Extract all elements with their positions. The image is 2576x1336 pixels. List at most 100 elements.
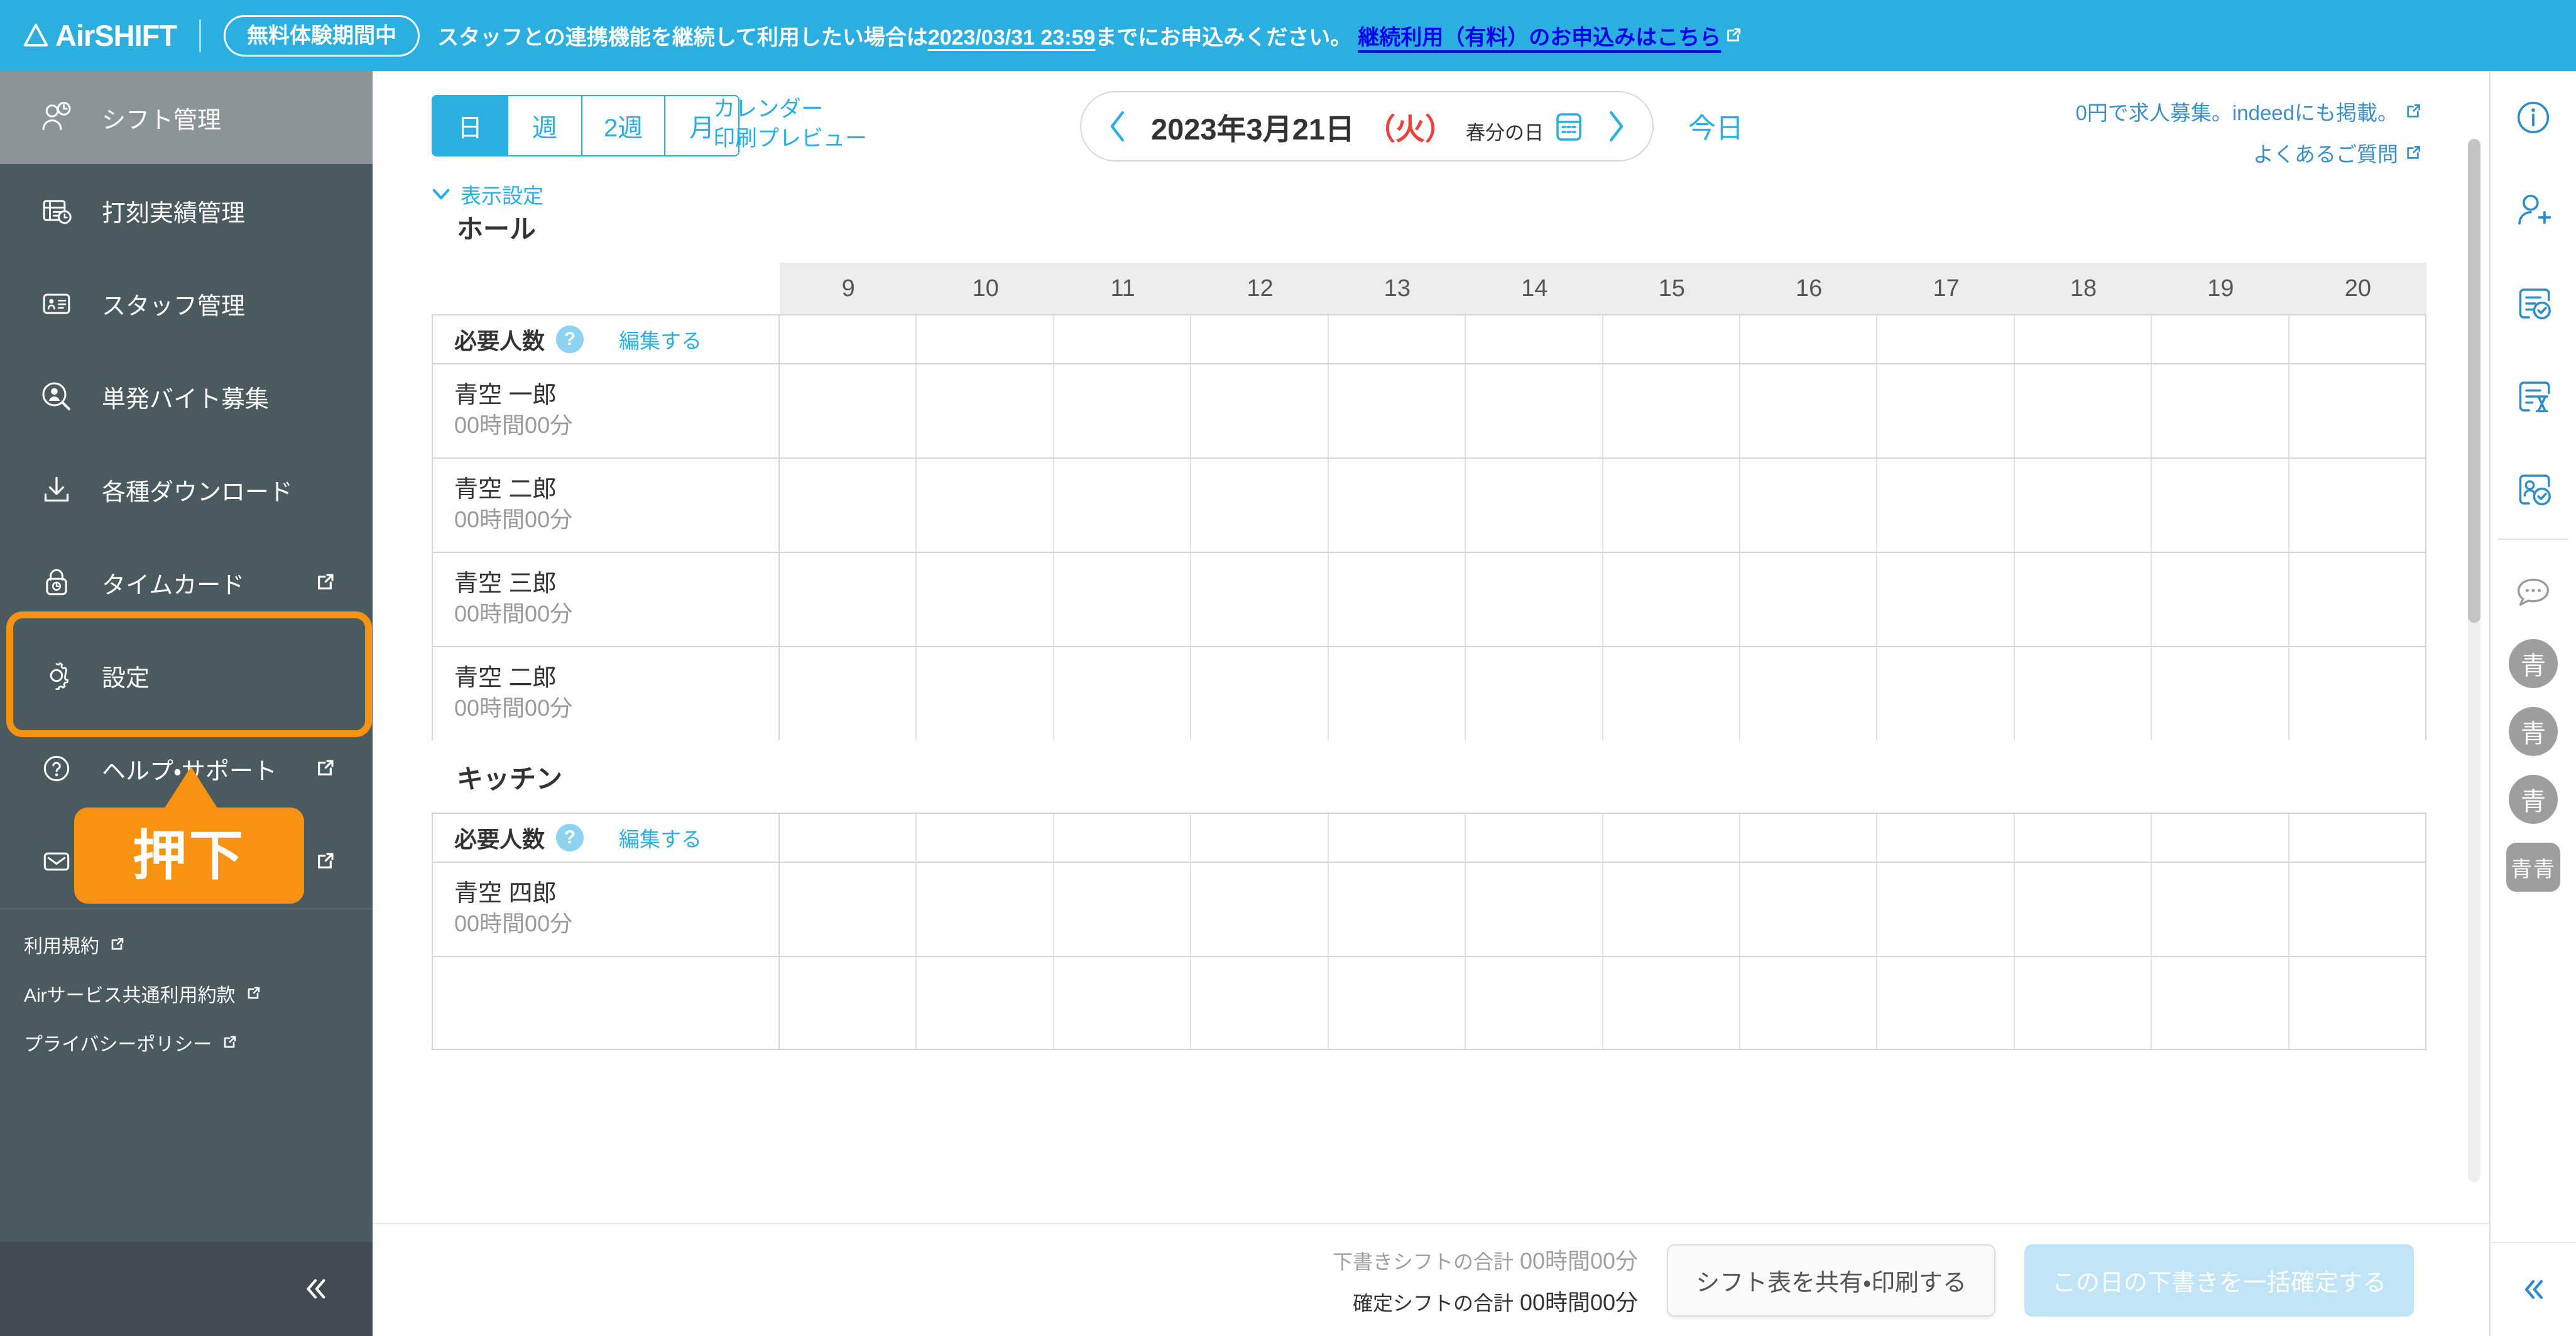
time-slot[interactable] <box>1054 315 1192 363</box>
time-slot[interactable] <box>1740 315 1878 363</box>
sidebar-item-shift-management[interactable]: シフト管理 <box>0 71 373 164</box>
time-slot[interactable] <box>1054 863 1192 956</box>
sidebar-collapse-button[interactable] <box>0 1242 373 1336</box>
time-slot[interactable] <box>2289 553 2427 646</box>
time-slot[interactable] <box>1054 364 1192 457</box>
tab-two-week[interactable]: 2週 <box>581 96 665 155</box>
shift-track[interactable] <box>780 459 2427 552</box>
avatar[interactable]: 青 <box>2509 639 2558 688</box>
staff-cell[interactable]: 青空 二郎 00時間00分 <box>432 647 780 740</box>
shift-track[interactable] <box>780 647 2427 740</box>
indeed-recruit-link[interactable]: 0円で求人募集。indeedにも掲載。 <box>2076 96 2421 126</box>
time-slot[interactable] <box>1054 647 1192 740</box>
time-slot[interactable] <box>780 814 917 862</box>
time-slot[interactable] <box>1877 364 2015 457</box>
staff-cell[interactable]: 青空 二郎 00時間00分 <box>432 459 780 552</box>
time-slot[interactable] <box>1191 814 1329 862</box>
time-slot[interactable] <box>1466 647 1603 740</box>
time-slot[interactable] <box>1054 553 1192 646</box>
shift-track[interactable] <box>780 364 2427 457</box>
legal-link-terms[interactable]: 利用規約 <box>24 931 373 958</box>
legal-link-privacy-policy[interactable]: プライバシーポリシー <box>24 1029 373 1056</box>
help-icon[interactable]: ? <box>556 326 584 353</box>
staff-cell[interactable]: 青空 四郎 00時間00分 <box>432 863 780 956</box>
banner-cta-link[interactable]: 継続利用（有料）のお申込みはこちら <box>1358 20 1742 51</box>
brand-logo[interactable]: AirSHIFT <box>21 18 177 53</box>
faq-link[interactable]: よくあるご質問 <box>2076 138 2421 168</box>
time-slot[interactable] <box>2289 814 2427 862</box>
today-button[interactable]: 今日 <box>1688 106 1744 146</box>
staff-cell[interactable]: 青空 三郎 00時間00分 <box>432 553 780 646</box>
add-staff-button[interactable] <box>2490 164 2576 257</box>
time-slot[interactable] <box>2015 647 2153 740</box>
edit-required-staff-link[interactable]: 編集する <box>619 823 702 853</box>
time-slot[interactable] <box>1740 364 1878 457</box>
time-slot[interactable] <box>1603 647 1740 740</box>
time-slot[interactable] <box>1740 957 1878 1049</box>
time-slot[interactable] <box>2152 364 2289 457</box>
date-display[interactable]: 2023年3月21日 （火） 春分の日 <box>1151 105 1583 148</box>
time-slot[interactable] <box>1603 957 1740 1049</box>
time-slot[interactable] <box>917 863 1054 956</box>
time-slot[interactable] <box>1603 863 1740 956</box>
time-slot[interactable] <box>2152 647 2289 740</box>
time-slot[interactable] <box>780 553 917 646</box>
info-button[interactable] <box>2490 71 2576 164</box>
time-slot[interactable] <box>2015 863 2153 956</box>
time-slot[interactable] <box>1054 459 1192 552</box>
time-slot[interactable] <box>1329 814 1466 862</box>
avatar-group[interactable]: 青青 <box>2506 843 2560 892</box>
time-slot[interactable] <box>1877 553 2015 646</box>
time-slot[interactable] <box>1329 863 1466 956</box>
shift-track[interactable] <box>780 957 2427 1049</box>
bulk-confirm-button[interactable]: この日の下書きを一括確定する <box>2024 1244 2414 1317</box>
edit-required-staff-link[interactable]: 編集する <box>619 324 702 354</box>
time-slot[interactable] <box>1603 315 1740 363</box>
time-slot[interactable] <box>1877 315 2015 363</box>
sidebar-item-spot-job-recruiting[interactable]: 単発バイト募集 <box>0 350 373 443</box>
staff-cell[interactable] <box>432 957 780 1049</box>
sidebar-item-downloads[interactable]: 各種ダウンロード <box>0 443 373 536</box>
shift-track[interactable] <box>780 553 2427 646</box>
required-staff-track[interactable] <box>780 814 2427 862</box>
time-slot[interactable] <box>1740 814 1878 862</box>
help-icon[interactable]: ? <box>556 824 584 851</box>
time-slot[interactable] <box>1466 814 1603 862</box>
time-slot[interactable] <box>1740 647 1878 740</box>
time-slot[interactable] <box>1329 364 1466 457</box>
time-slot[interactable] <box>1329 647 1466 740</box>
shift-track[interactable] <box>780 863 2427 956</box>
sidebar-item-timestamp-records[interactable]: 打刻実績管理 <box>0 164 373 257</box>
time-slot[interactable] <box>2152 957 2289 1049</box>
avatar[interactable]: 青 <box>2509 775 2558 824</box>
time-slot[interactable] <box>2015 814 2153 862</box>
time-slot[interactable] <box>1877 863 2015 956</box>
time-slot[interactable] <box>1329 553 1466 646</box>
time-slot[interactable] <box>2015 459 2153 552</box>
time-slot[interactable] <box>2289 364 2427 457</box>
time-slot[interactable] <box>1191 364 1329 457</box>
chat-button[interactable] <box>2490 546 2576 639</box>
rail-collapse-button[interactable] <box>2490 1242 2576 1336</box>
sidebar-item-staff-management[interactable]: スタッフ管理 <box>0 257 373 350</box>
time-slot[interactable] <box>1466 364 1603 457</box>
scrollbar-thumb[interactable] <box>2468 139 2480 623</box>
chevron-left-icon[interactable] <box>1108 109 1129 143</box>
time-slot[interactable] <box>917 364 1054 457</box>
time-slot[interactable] <box>1603 553 1740 646</box>
time-slot[interactable] <box>2015 553 2153 646</box>
time-slot[interactable] <box>1191 459 1329 552</box>
time-slot[interactable] <box>2152 863 2289 956</box>
time-slot[interactable] <box>1054 957 1192 1049</box>
time-slot[interactable] <box>1603 459 1740 552</box>
time-slot[interactable] <box>1329 957 1466 1049</box>
time-slot[interactable] <box>917 957 1054 1049</box>
pending-requests-button[interactable] <box>2490 350 2576 443</box>
required-staff-track[interactable] <box>780 315 2427 363</box>
time-slot[interactable] <box>2152 315 2289 363</box>
legal-link-air-common-terms[interactable]: Airサービス共通利用約款 <box>24 980 373 1007</box>
time-slot[interactable] <box>780 863 917 956</box>
time-slot[interactable] <box>1740 553 1878 646</box>
time-slot[interactable] <box>780 364 917 457</box>
calendar-icon[interactable] <box>1555 111 1583 142</box>
